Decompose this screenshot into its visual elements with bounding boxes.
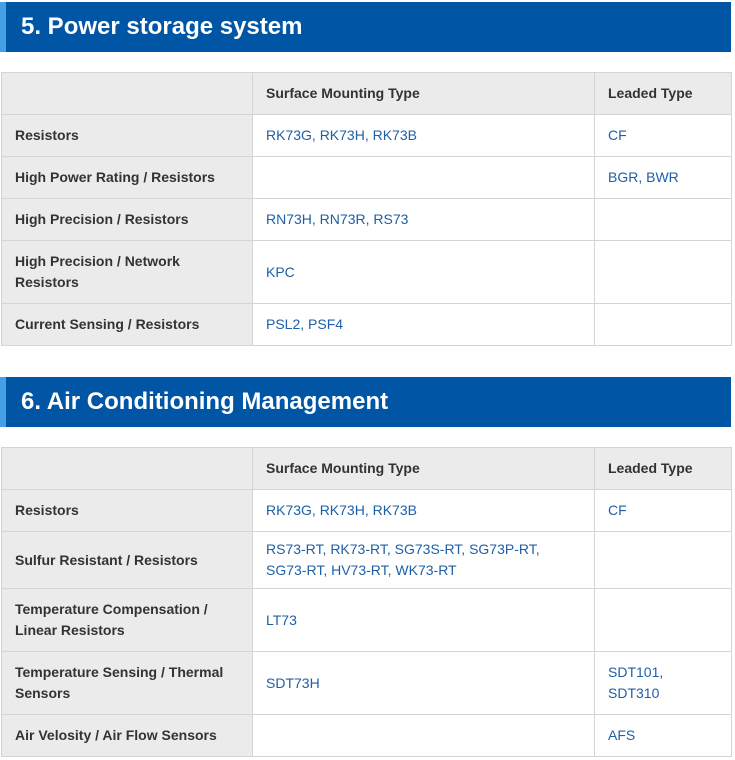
header-leaded: Leaded Type <box>594 72 732 115</box>
table-row: High Precision / Network Resistors KPC <box>1 240 732 304</box>
row-label: Temperature Compensation / Linear Resist… <box>1 588 253 652</box>
row-label: Air Velosity / Air Flow Sensors <box>1 714 253 757</box>
row-label: High Precision / Resistors <box>1 198 253 241</box>
table-row: Temperature Sensing / Thermal Sensors SD… <box>1 651 732 715</box>
section-5-title: 5. Power storage system <box>21 13 303 40</box>
leaded-link <box>594 240 732 304</box>
leaded-link[interactable]: BGR, BWR <box>594 156 732 199</box>
table-row: Resistors RK73G, RK73H, RK73B CF <box>1 114 732 157</box>
smt-link[interactable]: RK73G, RK73H, RK73B <box>252 114 595 157</box>
smt-link[interactable]: KPC <box>252 240 595 304</box>
section-5-header: 5. Power storage system <box>0 2 731 52</box>
table-row: High Precision / Resistors RN73H, RN73R,… <box>1 198 732 241</box>
table-row: Temperature Compensation / Linear Resist… <box>1 588 732 652</box>
row-label: Resistors <box>1 489 253 532</box>
section-6-table: Surface Mounting Type Leaded Type Resist… <box>1 447 732 757</box>
leaded-link <box>594 588 732 652</box>
smt-link <box>252 156 595 199</box>
smt-link[interactable]: RN73H, RN73R, RS73 <box>252 198 595 241</box>
table-row: Current Sensing / Resistors PSL2, PSF4 <box>1 303 732 346</box>
table-row: Resistors RK73G, RK73H, RK73B CF <box>1 489 732 532</box>
header-leaded: Leaded Type <box>594 447 732 490</box>
leaded-link[interactable]: CF <box>594 114 732 157</box>
smt-link <box>252 714 595 757</box>
header-surface-mounting: Surface Mounting Type <box>252 72 595 115</box>
table-row: Sulfur Resistant / Resistors RS73-RT, RK… <box>1 531 732 589</box>
header-empty <box>1 72 253 115</box>
row-label: Temperature Sensing / Thermal Sensors <box>1 651 253 715</box>
header-surface-mounting: Surface Mounting Type <box>252 447 595 490</box>
smt-link[interactable]: RS73-RT, RK73-RT, SG73S-RT, SG73P-RT, SG… <box>252 531 595 589</box>
smt-link[interactable]: PSL2, PSF4 <box>252 303 595 346</box>
table-header-row: Surface Mounting Type Leaded Type <box>1 72 732 115</box>
leaded-link <box>594 303 732 346</box>
smt-link[interactable]: LT73 <box>252 588 595 652</box>
section-6-title: 6. Air Conditioning Management <box>21 388 389 415</box>
row-label: Resistors <box>1 114 253 157</box>
row-label: High Power Rating / Resistors <box>1 156 253 199</box>
section-6-header: 6. Air Conditioning Management <box>0 377 731 427</box>
header-empty <box>1 447 253 490</box>
table-row: Air Velosity / Air Flow Sensors AFS <box>1 714 732 757</box>
row-label: Sulfur Resistant / Resistors <box>1 531 253 589</box>
table-header-row: Surface Mounting Type Leaded Type <box>1 447 732 490</box>
row-label: High Precision / Network Resistors <box>1 240 253 304</box>
row-label: Current Sensing / Resistors <box>1 303 253 346</box>
leaded-link <box>594 531 732 589</box>
leaded-link[interactable]: SDT101, SDT310 <box>594 651 732 715</box>
leaded-link <box>594 198 732 241</box>
smt-link[interactable]: SDT73H <box>252 651 595 715</box>
smt-link[interactable]: RK73G, RK73H, RK73B <box>252 489 595 532</box>
leaded-link[interactable]: AFS <box>594 714 732 757</box>
section-5-table: Surface Mounting Type Leaded Type Resist… <box>1 72 732 346</box>
table-row: High Power Rating / Resistors BGR, BWR <box>1 156 732 199</box>
leaded-link[interactable]: CF <box>594 489 732 532</box>
